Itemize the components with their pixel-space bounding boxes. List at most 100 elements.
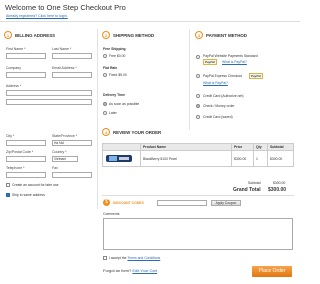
- paypal-logo: PayPal: [203, 59, 217, 65]
- product-name-cell: BlackBerry 8100 Pearl: [140, 150, 232, 167]
- coupon-input[interactable]: [157, 200, 207, 206]
- delivery-asap-label: As soon as possible: [109, 102, 140, 106]
- country-label: Country *: [52, 150, 67, 154]
- terms-checkbox[interactable]: [103, 256, 107, 260]
- state-label: State/Province *: [52, 134, 78, 138]
- subtotal-header: Subtotal: [267, 143, 294, 151]
- product-name-header: Product Name: [140, 143, 232, 151]
- step-number: 2: [102, 31, 110, 39]
- comments-label: Comments: [103, 212, 120, 216]
- fax-input[interactable]: [52, 172, 92, 178]
- what-is-paypal-link-2[interactable]: What is PayPal?: [203, 81, 228, 85]
- paypal-standard-radio[interactable]: [196, 55, 200, 59]
- edit-cart-link[interactable]: Edit Your Cart: [132, 268, 157, 273]
- column-divider: [97, 29, 98, 209]
- subtotal-cell: $300.00: [267, 150, 294, 167]
- review-heading: 4 REVIEW YOUR ORDER: [102, 128, 161, 136]
- forgot-prefix: Forgot an Item?: [103, 268, 132, 273]
- payment-heading: 3 PAYMENT METHOD: [195, 31, 247, 39]
- subtotal-value: $300.00: [273, 181, 286, 185]
- discount-icon: $: [103, 199, 110, 206]
- qty-cell: 1: [253, 150, 268, 167]
- step-number: 1: [4, 31, 12, 39]
- flat-rate-radio[interactable]: [103, 73, 107, 77]
- delivery-asap-radio[interactable]: [103, 102, 107, 106]
- step-number: 4: [102, 128, 110, 136]
- billing-heading: 1 BILLING ADDRESS: [4, 31, 55, 39]
- fax-label: Fax: [52, 166, 58, 170]
- state-select[interactable]: Ha Noi: [52, 140, 92, 146]
- page-title: Welcome to One Step Checkout Pro: [5, 3, 126, 12]
- city-input[interactable]: [6, 140, 46, 146]
- shipping-heading: 2 SHIPPING METHOD: [102, 31, 154, 39]
- telephone-label: Telephone *: [6, 166, 25, 170]
- credit-card-radio[interactable]: [196, 94, 200, 98]
- flat-rate-title: Flat Rate: [103, 66, 118, 70]
- create-account-checkbox[interactable]: [6, 183, 10, 187]
- terms-link[interactable]: Terms and Conditions: [127, 256, 160, 260]
- qty-header: Qty: [253, 143, 268, 151]
- check-money-order-radio[interactable]: [196, 104, 200, 108]
- terms-text: I accept the Terms and Conditions: [109, 256, 160, 260]
- paypal-express-radio[interactable]: [196, 74, 200, 78]
- grand-total-value: $300.00: [268, 187, 287, 193]
- create-account-label: Create an account for later use: [12, 183, 59, 187]
- company-input[interactable]: [6, 72, 46, 78]
- delivery-time-title: Delivery Time: [103, 93, 125, 97]
- city-label: City *: [6, 134, 15, 138]
- table-row: BlackBerry 8100 Pearl $300.00 1 $300.00: [102, 150, 294, 167]
- ship-same-label: Ship to same address: [12, 193, 45, 197]
- last-name-label: Last Name *: [52, 47, 72, 51]
- address-input-2[interactable]: [6, 99, 92, 105]
- delivery-later-label: Later: [109, 111, 117, 115]
- country-select[interactable]: Vietnam: [52, 156, 78, 162]
- grand-total-label: Grand Total: [233, 187, 261, 193]
- free-shipping-label: Free $0.00: [109, 54, 126, 58]
- first-name-label: First Name *: [6, 47, 26, 51]
- flat-rate-label: Fixed $5.00: [109, 73, 127, 77]
- credit-card-label: Credit Card (Authorize.net): [203, 94, 244, 98]
- delivery-later-radio[interactable]: [103, 111, 107, 115]
- header-divider: [0, 21, 300, 22]
- paypal-standard-label: PayPal Website Payments Standard: [203, 54, 258, 58]
- section-title: REVIEW YOUR ORDER: [113, 129, 162, 135]
- paypal-logo: PayPal: [249, 73, 263, 79]
- email-label: Email Address *: [52, 66, 77, 70]
- free-shipping-radio[interactable]: [103, 54, 107, 58]
- free-shipping-title: Free Shipping: [103, 47, 126, 51]
- address-label: Address *: [6, 84, 22, 88]
- first-name-input[interactable]: [6, 53, 46, 59]
- zip-input[interactable]: [6, 156, 46, 162]
- column-divider: [189, 29, 190, 130]
- address-input-1[interactable]: [6, 90, 92, 96]
- login-link[interactable]: Already registered? Click here to login.: [6, 14, 68, 18]
- email-input[interactable]: [52, 72, 92, 78]
- price-header: Price: [231, 143, 254, 151]
- what-is-paypal-link[interactable]: What is PayPal?: [222, 60, 247, 64]
- comments-textarea[interactable]: [103, 218, 293, 250]
- totals-divider: [102, 195, 294, 196]
- last-name-input[interactable]: [52, 53, 92, 59]
- cart-table: Product Name Price Qty Subtotal BlackBer…: [102, 143, 294, 167]
- discount-heading: DISCOUNT CODES: [113, 201, 144, 205]
- subtotal-label: Subtotal: [248, 181, 261, 185]
- company-label: Company: [6, 66, 21, 70]
- phone-image-icon: [106, 155, 132, 162]
- credit-card-saved-radio[interactable]: [196, 115, 200, 119]
- thumb-header: [102, 143, 141, 151]
- apply-coupon-button[interactable]: Apply Coupon: [211, 200, 241, 206]
- price-cell: $300.00: [231, 150, 254, 167]
- credit-card-saved-label: Credit Card (saved): [203, 115, 233, 119]
- paypal-express-label: PayPal Express Checkout: [203, 74, 243, 78]
- section-title: PAYMENT METHOD: [206, 32, 247, 38]
- product-thumbnail: [102, 150, 141, 167]
- cart-header-row: Product Name Price Qty Subtotal: [102, 143, 294, 151]
- section-title: SHIPPING METHOD: [113, 32, 155, 38]
- section-title: BILLING ADDRESS: [15, 32, 56, 38]
- terms-prefix: I accept the: [109, 256, 127, 260]
- forgot-item-text: Forgot an Item? Edit Your Cart: [103, 268, 157, 273]
- zip-label: Zip/Postal Code *: [6, 150, 34, 154]
- telephone-input[interactable]: [6, 172, 46, 178]
- ship-same-checkbox[interactable]: [6, 193, 10, 197]
- place-order-button[interactable]: Place Order: [252, 266, 292, 277]
